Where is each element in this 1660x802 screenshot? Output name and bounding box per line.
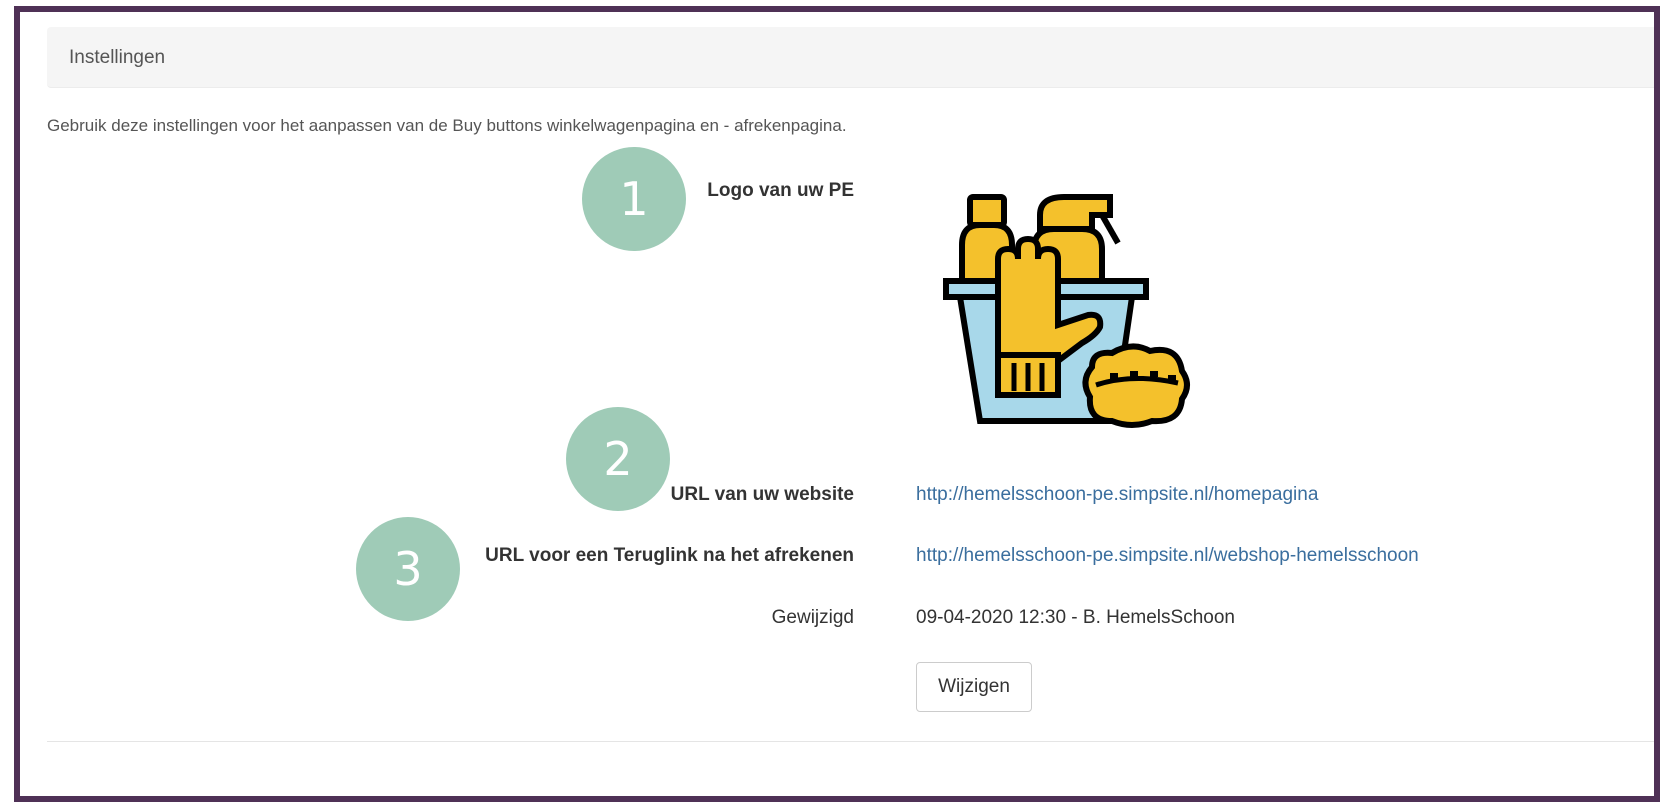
- modified-value: 09-04-2020 12:30 - B. HemelsSchoon: [916, 607, 1235, 628]
- screenshot-frame: Instellingen Gebruik deze instellingen v…: [14, 6, 1660, 802]
- divider: [47, 741, 1654, 742]
- intro-text: Gebruik deze instellingen voor het aanpa…: [47, 116, 847, 135]
- returnlink-url-label: URL voor een Teruglink na het afrekenen: [485, 545, 854, 566]
- panel-title: Instellingen: [69, 47, 166, 68]
- annotation-badge-1: 1: [582, 147, 686, 251]
- panel-heading: Instellingen: [47, 27, 1654, 88]
- website-url-link[interactable]: http://hemelsschoon-pe.simpsite.nl/homep…: [916, 484, 1318, 506]
- website-url-label: URL van uw website: [670, 484, 854, 505]
- modified-label: Gewijzigd: [771, 607, 854, 628]
- annotation-badge-3: 3: [356, 517, 460, 621]
- logo-label: Logo van uw PE: [707, 180, 854, 201]
- edit-button[interactable]: Wijzigen: [916, 662, 1032, 712]
- cleaning-bucket-icon: [942, 185, 1194, 430]
- returnlink-url-link[interactable]: http://hemelsschoon-pe.simpsite.nl/websh…: [916, 545, 1419, 567]
- annotation-badge-2: 2: [566, 407, 670, 511]
